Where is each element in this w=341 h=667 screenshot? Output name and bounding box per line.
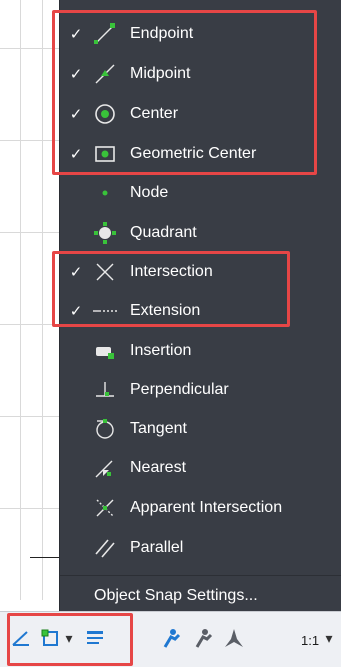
insertion-icon xyxy=(90,336,120,366)
geometric-center-icon xyxy=(90,139,120,169)
menu-item-label: Quadrant xyxy=(130,224,197,241)
menu-item-label: Parallel xyxy=(130,539,184,556)
grid-line xyxy=(42,0,43,600)
menu-item-label: Extension xyxy=(130,302,201,319)
menu-item-geometric-center[interactable]: ✓ Geometric Center xyxy=(60,135,341,173)
object-snap-icon[interactable] xyxy=(38,626,62,650)
menu-item-midpoint[interactable]: ✓ Midpoint xyxy=(60,55,341,93)
menu-item-label: Tangent xyxy=(130,420,187,437)
menu-item-center[interactable]: ✓ Center xyxy=(60,95,341,133)
menu-item-label: Insertion xyxy=(130,342,192,359)
menu-item-insertion[interactable]: Insertion xyxy=(60,332,341,370)
apparent-intersection-icon xyxy=(90,493,120,523)
menu-item-label: Geometric Center xyxy=(130,145,257,162)
checkmark-icon: ✓ xyxy=(69,146,83,163)
grid-line xyxy=(0,416,60,417)
menu-item-nearest[interactable]: Nearest xyxy=(60,449,341,487)
menu-item-label: Perpendicular xyxy=(130,381,229,398)
lineweight-icon[interactable] xyxy=(84,626,106,650)
checkmark-icon: ✓ xyxy=(69,26,83,43)
menu-item-label: Midpoint xyxy=(130,65,191,82)
extension-icon xyxy=(90,296,120,326)
checkmark-icon: ✓ xyxy=(69,264,83,281)
polar-tracking-icon[interactable] xyxy=(10,626,32,650)
intersection-icon xyxy=(90,257,120,287)
grid-line xyxy=(0,232,60,233)
menu-item-label: Intersection xyxy=(130,263,213,280)
checkmark-icon: ✓ xyxy=(69,66,83,83)
checkmark-icon: ✓ xyxy=(69,303,83,320)
quadrant-icon xyxy=(90,218,120,248)
menu-item-endpoint[interactable]: ✓ Endpoint xyxy=(60,15,341,53)
menu-item-label: Center xyxy=(130,105,179,122)
menu-item-parallel[interactable]: Parallel xyxy=(60,529,341,567)
tangent-icon xyxy=(90,414,120,444)
drawn-line xyxy=(30,557,60,558)
nearest-icon xyxy=(90,453,120,483)
menu-item-extension[interactable]: ✓ Extension xyxy=(60,292,341,330)
object-snap-dropdown-chevron-icon[interactable]: ▾ xyxy=(62,626,76,650)
menu-item-tangent[interactable]: Tangent xyxy=(60,410,341,448)
midpoint-icon xyxy=(90,59,120,89)
grid-line xyxy=(0,140,60,141)
center-icon xyxy=(90,99,120,129)
menu-item-quadrant[interactable]: Quadrant xyxy=(60,214,341,252)
perpendicular-icon xyxy=(90,375,120,405)
annotation-visibility-icon[interactable] xyxy=(160,626,184,650)
menu-item-node[interactable]: Node xyxy=(60,174,341,212)
menu-item-label: Apparent Intersection xyxy=(130,499,283,516)
grid-line xyxy=(0,324,60,325)
node-icon xyxy=(90,178,120,208)
menu-item-apparent-intersection[interactable]: Apparent Intersection xyxy=(60,489,341,527)
grid-line xyxy=(0,48,60,49)
endpoint-icon xyxy=(90,19,120,49)
menu-item-intersection[interactable]: ✓ Intersection xyxy=(60,253,341,291)
grid-line xyxy=(20,0,21,600)
auto-scale-icon[interactable] xyxy=(192,626,216,650)
annotation-scale-value[interactable]: 1:1 xyxy=(301,633,319,648)
menu-item-label: Nearest xyxy=(130,459,187,476)
menu-item-label: Node xyxy=(130,184,169,201)
annotation-scale-icon[interactable] xyxy=(222,626,246,650)
parallel-icon xyxy=(90,533,120,563)
menu-item-label: Endpoint xyxy=(130,25,194,42)
status-bar: ▾ 1:1 ▾ xyxy=(0,611,341,667)
grid-line xyxy=(0,508,60,509)
menu-separator xyxy=(60,575,341,576)
object-snap-menu: ✓ Endpoint ✓ Midpoint ✓ Center ✓ Geometr… xyxy=(59,0,341,611)
scale-dropdown-chevron-icon[interactable]: ▾ xyxy=(322,626,336,650)
checkmark-icon: ✓ xyxy=(69,106,83,123)
object-snap-settings-item[interactable]: Object Snap Settings... xyxy=(94,581,258,611)
menu-item-perpendicular[interactable]: Perpendicular xyxy=(60,371,341,409)
